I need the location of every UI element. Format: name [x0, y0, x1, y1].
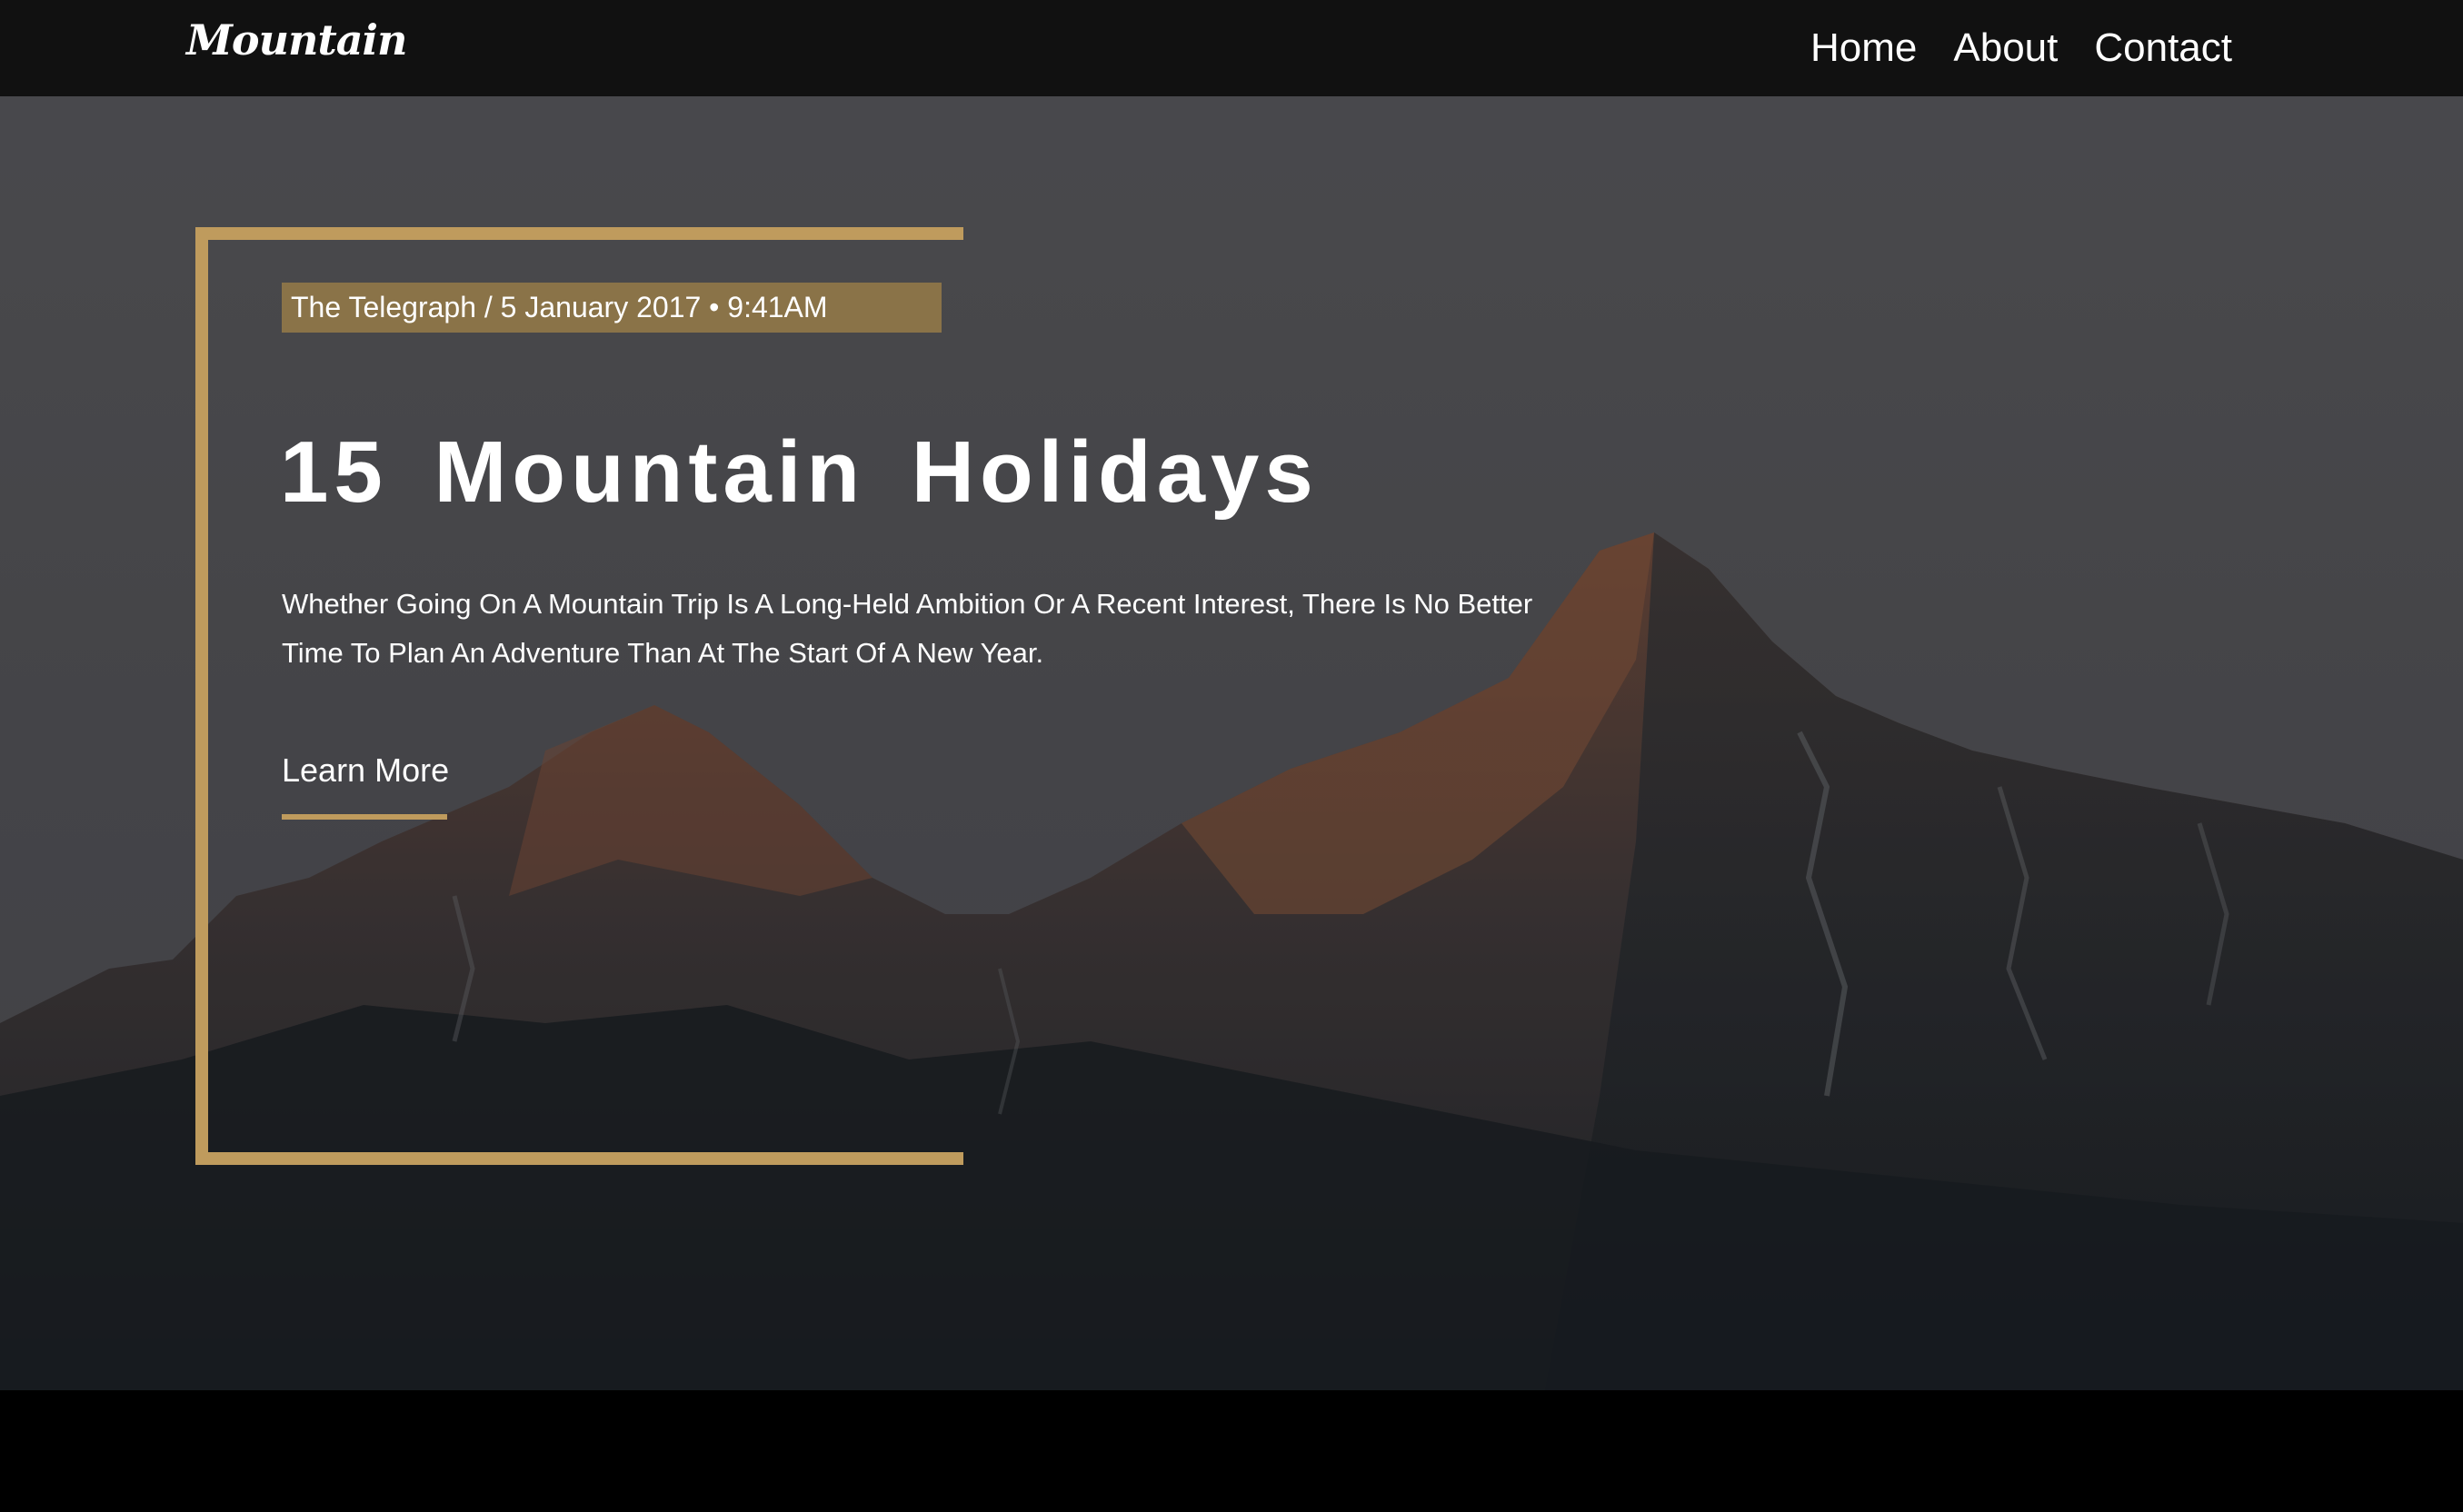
main-nav: Home About Contact	[1810, 18, 2232, 78]
frame-bracket-top	[195, 227, 963, 240]
brand-logo[interactable]: Mountain	[186, 13, 407, 67]
nav-link-contact[interactable]: Contact	[2094, 18, 2232, 78]
frame-bracket-left	[195, 227, 208, 1165]
hero-description: Whether Going On A Mountain Trip Is A Lo…	[282, 588, 1533, 669]
hero-title: 15 Mountain Holidays	[280, 423, 1319, 521]
learn-more-link[interactable]: Learn More	[282, 745, 449, 796]
top-navbar: Mountain Home About Contact	[0, 0, 2463, 96]
article-meta-badge: The Telegraph / 5 January 2017 • 9:41AM	[282, 283, 942, 333]
nav-link-home[interactable]: Home	[1810, 18, 1917, 78]
nav-link-about[interactable]: About	[1953, 18, 2058, 78]
page: Mountain Home About Contact The Telegrap…	[0, 0, 2463, 1512]
learn-more-underline	[282, 814, 447, 820]
frame-bracket-bottom	[195, 1152, 963, 1165]
